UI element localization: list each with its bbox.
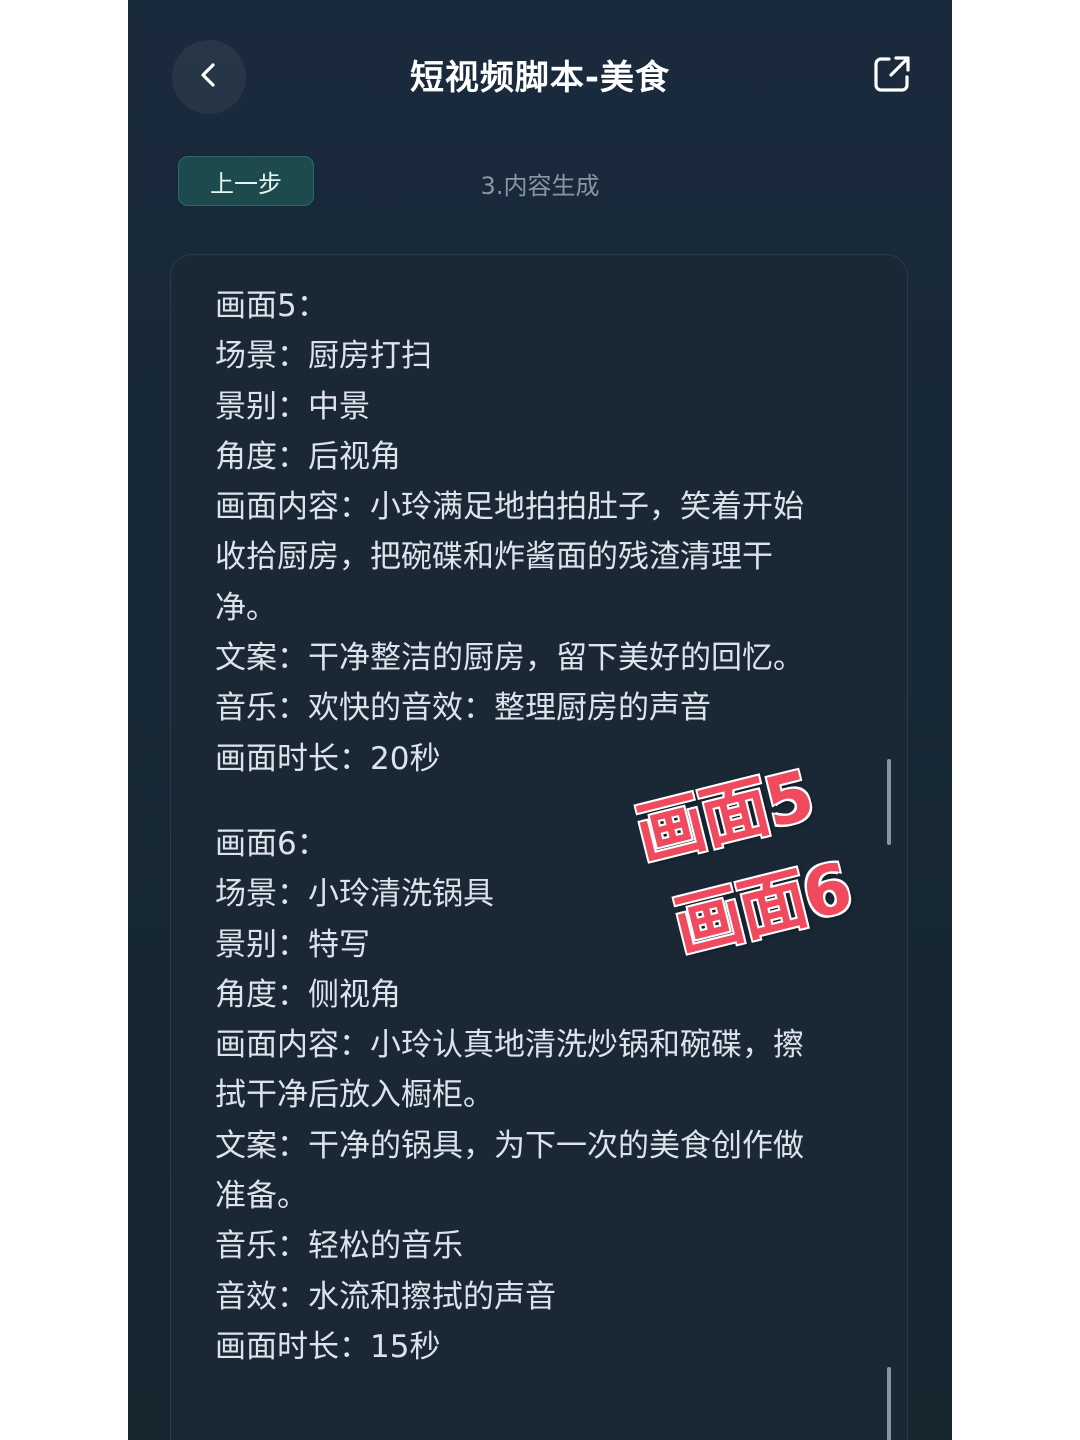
scene6-sound-effect: 音效：水流和擦拭的声音 xyxy=(215,1278,556,1315)
header-bar: 短视频脚本-美食 xyxy=(128,0,952,150)
scene5-content-line: 画面内容：小玲满足地拍拍肚子，笑着开始 xyxy=(215,489,804,526)
scene5-setting: 场景：厨房打扫 xyxy=(215,338,432,375)
app-screen: 短视频脚本-美食 上一步 3.内容生成 画面5： 场景：厨房打扫 景别：中景 角… xyxy=(128,0,952,1440)
scene5-content-line: 净。 xyxy=(215,589,277,626)
scene6-content-line: 画面内容：小玲认真地清洗炒锅和碗碟，擦 xyxy=(215,1027,804,1064)
scene6-duration: 画面时长：15秒 xyxy=(215,1328,441,1365)
share-external-icon xyxy=(872,56,912,98)
scene6-content-line: 拭干净后放入橱柜。 xyxy=(215,1077,494,1114)
scene6-copy-line: 准备。 xyxy=(215,1178,308,1215)
scene5-copy: 文案：干净整洁的厨房，留下美好的回忆。 xyxy=(215,640,804,677)
scene5-content-line: 收拾厨房，把碗碟和炸酱面的残渣清理干 xyxy=(215,539,773,576)
scene5-shot-size: 景别：中景 xyxy=(215,388,370,425)
share-button[interactable] xyxy=(872,54,912,94)
scrollbar-thumb[interactable] xyxy=(887,759,891,845)
scene6-copy-line: 文案：干净的锅具，为下一次的美食创作做 xyxy=(215,1127,804,1164)
scrollbar-thumb-lower[interactable] xyxy=(887,1367,891,1440)
scene5-heading: 画面5： xyxy=(215,288,328,324)
scene5-music: 音乐：欢快的音效：整理厨房的声音 xyxy=(215,690,711,727)
scene5-angle: 角度：后视角 xyxy=(215,438,401,475)
scene6-music: 音乐：轻松的音乐 xyxy=(215,1228,463,1265)
step-indicator: 3.内容生成 xyxy=(480,172,600,200)
page-title: 短视频脚本-美食 xyxy=(409,58,671,98)
scene6-angle: 角度：侧视角 xyxy=(215,976,401,1013)
